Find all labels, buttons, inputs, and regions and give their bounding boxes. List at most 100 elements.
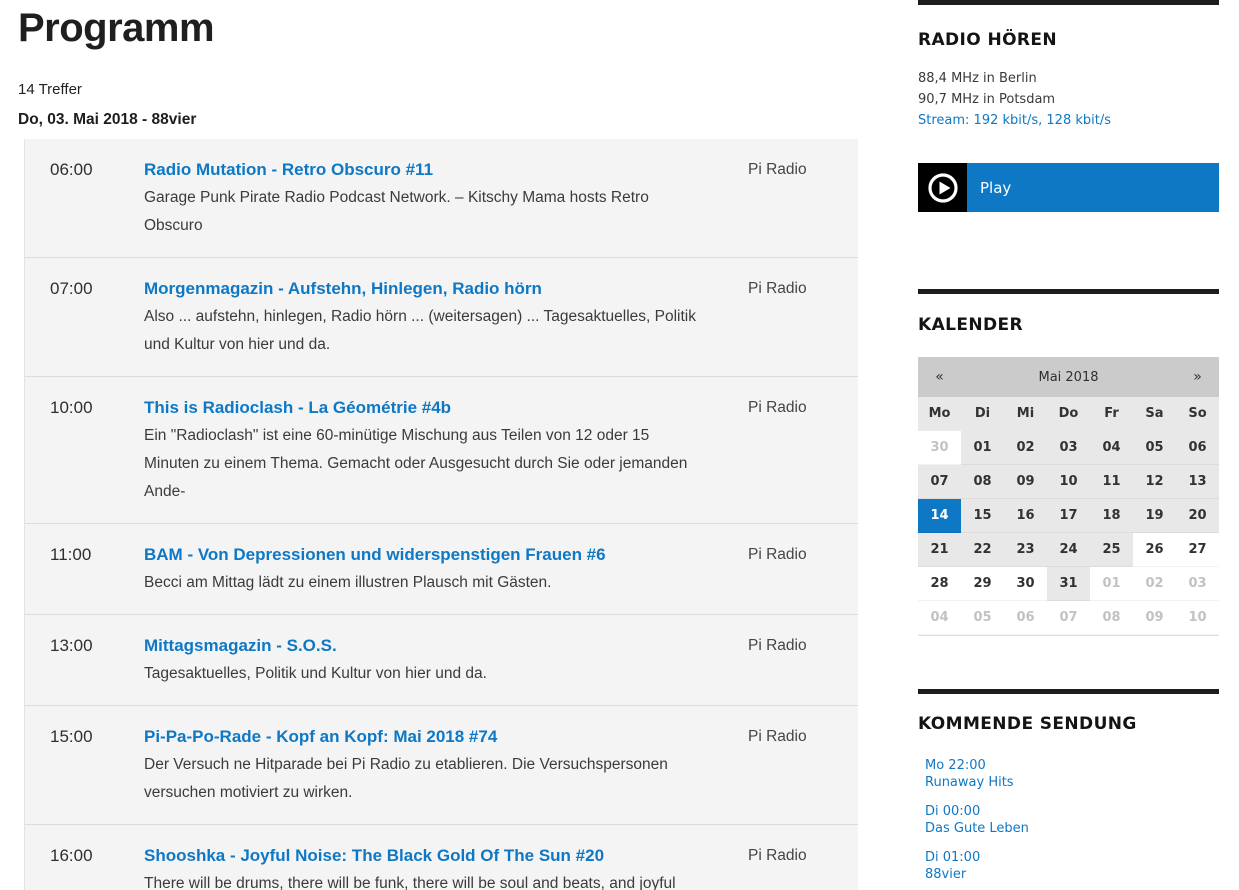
entry-title-link[interactable]: Morgenmagazin - Aufstehn, Hinlegen, Radi… [144,275,696,303]
stream-line: Stream: 192 kbit/s, 128 kbit/s [918,110,1219,131]
calendar-prev-button[interactable]: « [918,369,961,385]
upcoming-item[interactable]: Di 00:00 Das Gute Leben [918,804,1219,837]
calendar-day[interactable]: 24 [1047,533,1090,567]
entry-time: 06:00 [50,156,144,240]
calendar-day: 02 [1133,567,1176,601]
program-entry: 13:00 Mittagsmagazin - S.O.S. Tagesaktue… [25,614,858,705]
entry-title-link[interactable]: Radio Mutation - Retro Obscuro #11 [144,156,696,184]
program-entry: 10:00 This is Radioclash - La Géométrie … [25,376,858,523]
upcoming-item[interactable]: Di 01:00 88vier [918,850,1219,883]
calendar-day[interactable]: 07 [918,465,961,499]
calendar-day[interactable]: 13 [1176,465,1219,499]
entry-description: Becci am Mittag lädt zu einem illustren … [144,569,696,597]
play-button[interactable]: Play [918,163,1219,212]
calendar-day: 08 [1090,601,1133,635]
entry-description: Also ... aufstehn, hinlegen, Radio hörn … [144,303,696,359]
calendar-day[interactable]: 19 [1133,499,1176,533]
calendar-day[interactable]: 12 [1133,465,1176,499]
entry-time: 16:00 [50,842,144,890]
calendar-day[interactable]: 01 [961,431,1004,465]
entry-body: Morgenmagazin - Aufstehn, Hinlegen, Radi… [144,275,696,359]
upcoming-list: Mo 22:00 Runaway Hits Di 00:00 Das Gute … [918,758,1219,883]
play-icon [918,163,967,212]
calendar-day[interactable]: 11 [1090,465,1133,499]
calendar-day[interactable]: 22 [961,533,1004,567]
calendar-day[interactable]: 06 [1176,431,1219,465]
calendar-day[interactable]: 02 [1004,431,1047,465]
upcoming-time: Di 00:00 [925,804,1219,821]
calendar-day: 30 [918,431,961,465]
day-heading: Do, 03. Mai 2018 - 88vier [18,111,858,129]
calendar-day[interactable]: 17 [1047,499,1090,533]
calendar-weekday: Fr [1090,397,1133,431]
calendar-next-button[interactable]: » [1176,369,1219,385]
calendar-day[interactable]: 08 [961,465,1004,499]
entry-station: Pi Radio [696,723,858,807]
program-main: Programm 14 Treffer Do, 03. Mai 2018 - 8… [18,0,858,890]
entry-title-link[interactable]: BAM - Von Depressionen und widerspenstig… [144,541,696,569]
calendar-day: 29 [961,567,1004,601]
upcoming-item[interactable]: Mo 22:00 Runaway Hits [918,758,1219,791]
entry-body: Mittagsmagazin - S.O.S. Tagesaktuelles, … [144,632,696,688]
entry-body: This is Radioclash - La Géométrie #4b Ei… [144,394,696,506]
calendar-day: 30 [1004,567,1047,601]
calendar-day[interactable]: 16 [1004,499,1047,533]
entry-title-link[interactable]: This is Radioclash - La Géométrie #4b [144,394,696,422]
calendar-day[interactable]: 18 [1090,499,1133,533]
program-entry: 11:00 BAM - Von Depressionen und widersp… [25,523,858,614]
calendar-day: 04 [918,601,961,635]
entry-title-link[interactable]: Shooshka - Joyful Noise: The Black Gold … [144,842,696,870]
calendar-day[interactable]: 25 [1090,533,1133,567]
results-count: 14 Treffer [18,81,858,98]
stream-link-128[interactable]: 128 kbit/s [1046,113,1111,128]
program-entry: 06:00 Radio Mutation - Retro Obscuro #11… [25,139,858,257]
calendar-day: 10 [1176,601,1219,635]
play-button-body: Play [967,163,1219,212]
upcoming-title: Das Gute Leben [925,821,1219,838]
calendar-grid: Mo Di Mi Do Fr Sa So 30 01 02 03 04 05 0… [918,397,1219,635]
calendar-weekday: Di [961,397,1004,431]
entry-description: There will be drums, there will be funk,… [144,870,696,890]
entry-title-link[interactable]: Pi-Pa-Po-Rade - Kopf an Kopf: Mai 2018 #… [144,723,696,751]
entry-description: Ein "Radioclash" ist eine 60-minütige Mi… [144,422,696,506]
calendar-weekday: Mo [918,397,961,431]
entry-station: Pi Radio [696,394,858,506]
divider-calendar [918,289,1219,294]
calendar-day[interactable]: 03 [1047,431,1090,465]
frequency-potsdam: 90,7 MHz in Potsdam [918,89,1219,110]
calendar-day[interactable]: 31 [1047,567,1090,601]
calendar-day[interactable]: 23 [1004,533,1047,567]
calendar-day[interactable]: 05 [1133,431,1176,465]
radio-listen-heading: RADIO HÖREN [918,30,1219,50]
calendar-day[interactable]: 09 [1004,465,1047,499]
page-title: Programm [18,6,858,51]
calendar-day[interactable]: 04 [1090,431,1133,465]
sidebar: RADIO HÖREN 88,4 MHz in Berlin 90,7 MHz … [918,0,1219,890]
upcoming-heading: KOMMENDE SENDUNG [918,714,1219,734]
entry-station: Pi Radio [696,156,858,240]
upcoming-time: Mo 22:00 [925,758,1219,775]
calendar-header: « Mai 2018 » [918,357,1219,397]
upcoming-title: Runaway Hits [925,775,1219,792]
calendar-day[interactable]: 20 [1176,499,1219,533]
entry-time: 10:00 [50,394,144,506]
calendar-day[interactable]: 15 [961,499,1004,533]
calendar-day: 01 [1090,567,1133,601]
entry-body: Shooshka - Joyful Noise: The Black Gold … [144,842,696,890]
entry-title-link[interactable]: Mittagsmagazin - S.O.S. [144,632,696,660]
entry-body: Radio Mutation - Retro Obscuro #11 Garag… [144,156,696,240]
calendar-weekday: So [1176,397,1219,431]
entry-description: Garage Punk Pirate Radio Podcast Network… [144,184,696,240]
calendar-day-selected[interactable]: 14 [918,499,961,533]
calendar-day[interactable]: 10 [1047,465,1090,499]
entry-body: Pi-Pa-Po-Rade - Kopf an Kopf: Mai 2018 #… [144,723,696,807]
calendar-day: 06 [1004,601,1047,635]
entry-body: BAM - Von Depressionen und widerspenstig… [144,541,696,597]
frequency-berlin: 88,4 MHz in Berlin [918,68,1219,89]
entry-time: 13:00 [50,632,144,688]
calendar-weekday: Do [1047,397,1090,431]
program-list: 06:00 Radio Mutation - Retro Obscuro #11… [24,139,858,890]
stream-link-192[interactable]: Stream: 192 kbit/s [918,113,1038,128]
entry-time: 15:00 [50,723,144,807]
calendar-day[interactable]: 21 [918,533,961,567]
